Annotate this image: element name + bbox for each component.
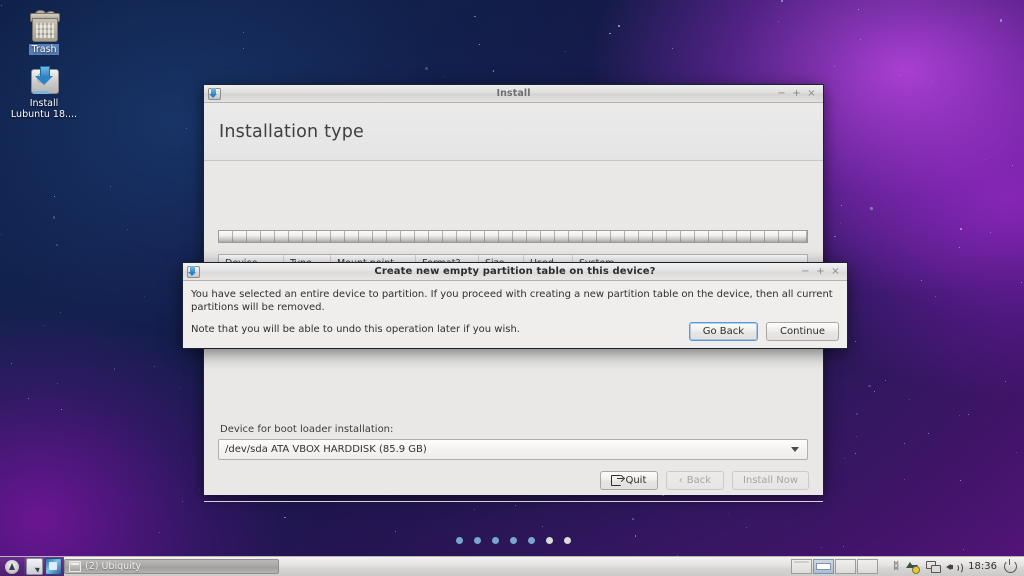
display-icon[interactable] [926,561,939,572]
dialog-close-icon[interactable]: × [831,266,840,277]
workspace-pager[interactable] [791,559,878,574]
installer-disk-icon [186,265,199,278]
system-tray: ᛥ 18:36 [791,557,1024,576]
clock[interactable]: 18:36 [968,561,997,572]
desktop-screen: Trash Install Lubuntu 18.... Install − +… [0,0,1024,576]
close-icon[interactable]: × [807,88,816,99]
workspace-4[interactable] [857,559,878,574]
desktop-icon-trash-label: Trash [6,44,82,55]
page-title: Installation type [219,122,364,142]
dialog-title: Create new empty partition table on this… [183,266,847,277]
bootloader-device-select[interactable]: /dev/sda ATA VBOX HARDDISK (85.9 GB) [218,439,808,460]
install-window-titlebar[interactable]: Install − + × [204,85,823,103]
installer-disk-icon [28,64,60,96]
partition-bar[interactable] [218,230,808,243]
workspace-1[interactable] [791,559,812,574]
web-browser-icon[interactable] [45,558,62,575]
progress-dot [492,537,499,544]
dialog-maximize-icon[interactable]: + [816,266,825,277]
minimize-icon[interactable]: − [777,88,786,99]
partition-table-dialog[interactable]: Create new empty partition table on this… [182,262,848,349]
dialog-buttons: Go Back Continue [689,322,839,341]
workspace-2[interactable] [813,559,834,574]
desktop-icon-install-lubuntu[interactable]: Install Lubuntu 18.... [6,64,82,120]
quit-button[interactable]: Quit [600,471,658,490]
maximize-icon[interactable]: + [792,88,801,99]
bootloader-label: Device for boot loader installation: [220,424,393,435]
install-window-title: Install [204,88,823,99]
taskbar-launchers [24,557,64,576]
install-window-footer [204,501,823,502]
taskbar[interactable]: (2) Ubiquity ᛥ 18:36 [0,556,1024,576]
go-back-button[interactable]: Go Back [689,322,758,341]
volume-icon[interactable] [946,561,960,573]
window-icon [69,561,81,572]
chevron-down-icon [791,447,799,452]
dialog-minimize-icon[interactable]: − [801,266,810,277]
exit-icon [611,475,621,486]
bootloader-device-value: /dev/sda ATA VBOX HARDDISK (85.9 GB) [219,444,427,455]
file-manager-icon[interactable] [26,558,43,575]
trash-icon [28,10,60,42]
installer-disk-icon [207,87,220,100]
desktop-icon-install-lubuntu-label: Install Lubuntu 18.... [6,98,82,120]
install-now-button-label: Install Now [743,475,798,486]
progress-dot [546,537,553,544]
back-button-label: Back [687,475,711,486]
lubuntu-menu-icon [5,560,19,574]
progress-dots [204,537,823,544]
progress-dot [474,537,481,544]
power-icon[interactable] [1004,560,1017,573]
network-icon[interactable] [906,561,919,573]
workspace-3[interactable] [835,559,856,574]
desktop-icon-trash[interactable]: Trash [6,10,82,55]
task-button-label: (2) Ubiquity [85,561,141,572]
task-button-ubiquity[interactable]: (2) Ubiquity [64,559,279,574]
continue-button[interactable]: Continue [766,322,839,341]
install-now-button: Install Now [732,471,809,490]
start-menu-button[interactable] [0,557,24,576]
install-page-header: Installation type [204,103,823,161]
quit-button-label: Quit [625,475,646,486]
progress-dot [528,537,535,544]
progress-dot [456,537,463,544]
dialog-paragraph-1: You have selected an entire device to pa… [191,288,839,314]
progress-dot [564,537,571,544]
install-action-buttons: Quit ‹ Back Install Now [600,471,809,490]
dialog-titlebar[interactable]: Create new empty partition table on this… [183,263,847,281]
back-button: ‹ Back [666,471,724,490]
progress-dot [510,537,517,544]
taskbar-task-list: (2) Ubiquity [64,557,791,576]
bluetooth-icon[interactable]: ᛥ [893,561,899,572]
chevron-left-icon: ‹ [679,476,683,486]
